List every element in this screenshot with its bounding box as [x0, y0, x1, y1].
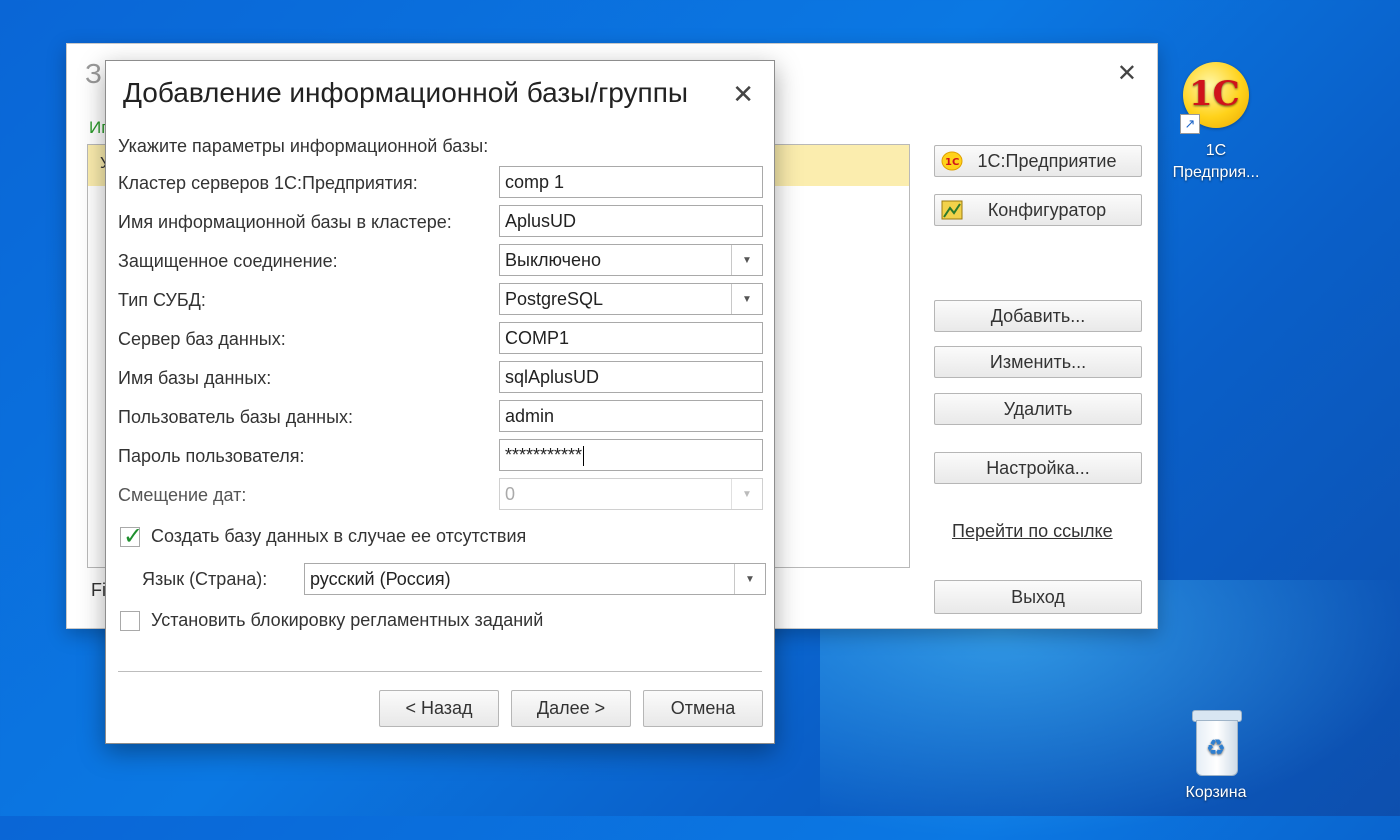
db-user-label: Пользователь базы данных: — [118, 407, 354, 427]
language-value: русский (Россия) — [310, 569, 451, 589]
create-db-label[interactable]: Создать базу данных в случае ее отсутств… — [151, 526, 526, 547]
chevron-down-icon: ▼ — [731, 479, 762, 509]
ib-name-label: Имя информационной базы в кластере: — [118, 212, 452, 232]
checkmark-icon: ✓ — [123, 523, 144, 550]
db-name-input[interactable] — [499, 361, 763, 393]
next-button-label: Далее > — [536, 698, 606, 718]
shortcut-arrow-icon: ↗ — [1180, 114, 1200, 134]
desktop-icon-recycle-bin[interactable]: ♻ Корзина — [1168, 710, 1264, 802]
configurator-icon — [941, 200, 963, 220]
db-server-input[interactable] — [499, 322, 763, 354]
delete-button-label: Удалить — [1003, 398, 1073, 419]
date-offset-select: 0 ▼ — [499, 478, 763, 510]
enterprise-button-label: 1С:Предприятие — [977, 150, 1117, 171]
settings-button[interactable]: Настройка... — [934, 452, 1142, 484]
db-name-label: Имя базы данных: — [118, 368, 272, 388]
chevron-down-icon[interactable]: ▼ — [731, 284, 762, 314]
secure-connection-value: Выключено — [505, 250, 601, 270]
language-select[interactable]: русский (Россия) ▼ — [304, 563, 766, 595]
launcher-close-icon[interactable]: ✕ — [1117, 62, 1137, 86]
recycle-bin-icon: ♻ — [1190, 710, 1242, 776]
cluster-input[interactable] — [499, 166, 763, 198]
back-button[interactable]: < Назад — [379, 690, 499, 727]
lock-jobs-label[interactable]: Установить блокировку регламентных задан… — [151, 610, 543, 631]
password-input[interactable]: *********** — [499, 439, 763, 471]
1c-enterprise-icon: 1С — [941, 151, 963, 171]
chevron-down-icon[interactable]: ▼ — [734, 564, 765, 594]
add-button[interactable]: Добавить... — [934, 300, 1142, 332]
secure-connection-label: Защищенное соединение: — [118, 251, 338, 271]
chevron-down-icon[interactable]: ▼ — [731, 245, 762, 275]
language-label: Язык (Страна): — [142, 569, 268, 589]
launcher-title: З — [85, 58, 102, 89]
date-offset-value: 0 — [505, 484, 516, 504]
db-server-label: Сервер баз данных: — [118, 329, 286, 349]
follow-link[interactable]: Перейти по ссылке — [952, 521, 1113, 542]
delete-button[interactable]: Удалить — [934, 393, 1142, 425]
text-caret — [583, 446, 585, 467]
add-infobase-dialog: Добавление информационной базы/группы ✕ … — [105, 60, 775, 744]
db-user-input[interactable] — [499, 400, 763, 432]
settings-button-label: Настройка... — [986, 457, 1090, 478]
configurator-button[interactable]: Конфигуратор — [934, 194, 1142, 226]
create-db-checkbox[interactable]: ✓ — [120, 523, 143, 550]
password-value: *********** — [505, 445, 583, 465]
ib-name-input[interactable] — [499, 205, 763, 237]
dbms-type-select[interactable]: PostgreSQL ▼ — [499, 283, 763, 315]
dbms-type-value: PostgreSQL — [505, 289, 604, 309]
dialog-title: Добавление информационной базы/группы — [123, 77, 689, 108]
svg-text:1С: 1С — [945, 157, 959, 168]
cancel-button-label: Отмена — [670, 698, 736, 718]
password-label: Пароль пользователя: — [118, 446, 305, 466]
dialog-hint: Укажите параметры информационной базы: — [118, 136, 489, 156]
launcher-path: Fi — [91, 580, 106, 600]
cluster-label: Кластер серверов 1С:Предприятия: — [118, 173, 418, 193]
next-button[interactable]: Далее > — [511, 690, 631, 727]
configurator-button-label: Конфигуратор — [987, 199, 1107, 220]
desktop-icon-1c-label-2: Предприя... — [1172, 164, 1260, 181]
recycle-bin-label: Корзина — [1185, 784, 1247, 801]
exit-button[interactable]: Выход — [934, 580, 1142, 614]
date-offset-label: Смещение дат: — [118, 485, 247, 505]
edit-button[interactable]: Изменить... — [934, 346, 1142, 378]
dialog-close-icon[interactable]: ✕ — [732, 79, 754, 110]
secure-connection-select[interactable]: Выключено ▼ — [499, 244, 763, 276]
dbms-type-label: Тип СУБД: — [118, 290, 206, 310]
lock-jobs-checkbox[interactable] — [120, 611, 140, 631]
desktop-icon-1c[interactable]: 1С 1С Предприя... — [1160, 62, 1272, 184]
back-button-label: < Назад — [405, 698, 473, 718]
add-button-label: Добавить... — [990, 305, 1086, 326]
desktop-icon-1c-label-1: 1С — [1205, 142, 1227, 159]
cancel-button[interactable]: Отмена — [643, 690, 763, 727]
dialog-separator — [118, 671, 762, 672]
edit-button-label: Изменить... — [989, 351, 1087, 372]
enterprise-button[interactable]: 1С 1С:Предприятие — [934, 145, 1142, 177]
exit-button-label: Выход — [1011, 586, 1065, 607]
